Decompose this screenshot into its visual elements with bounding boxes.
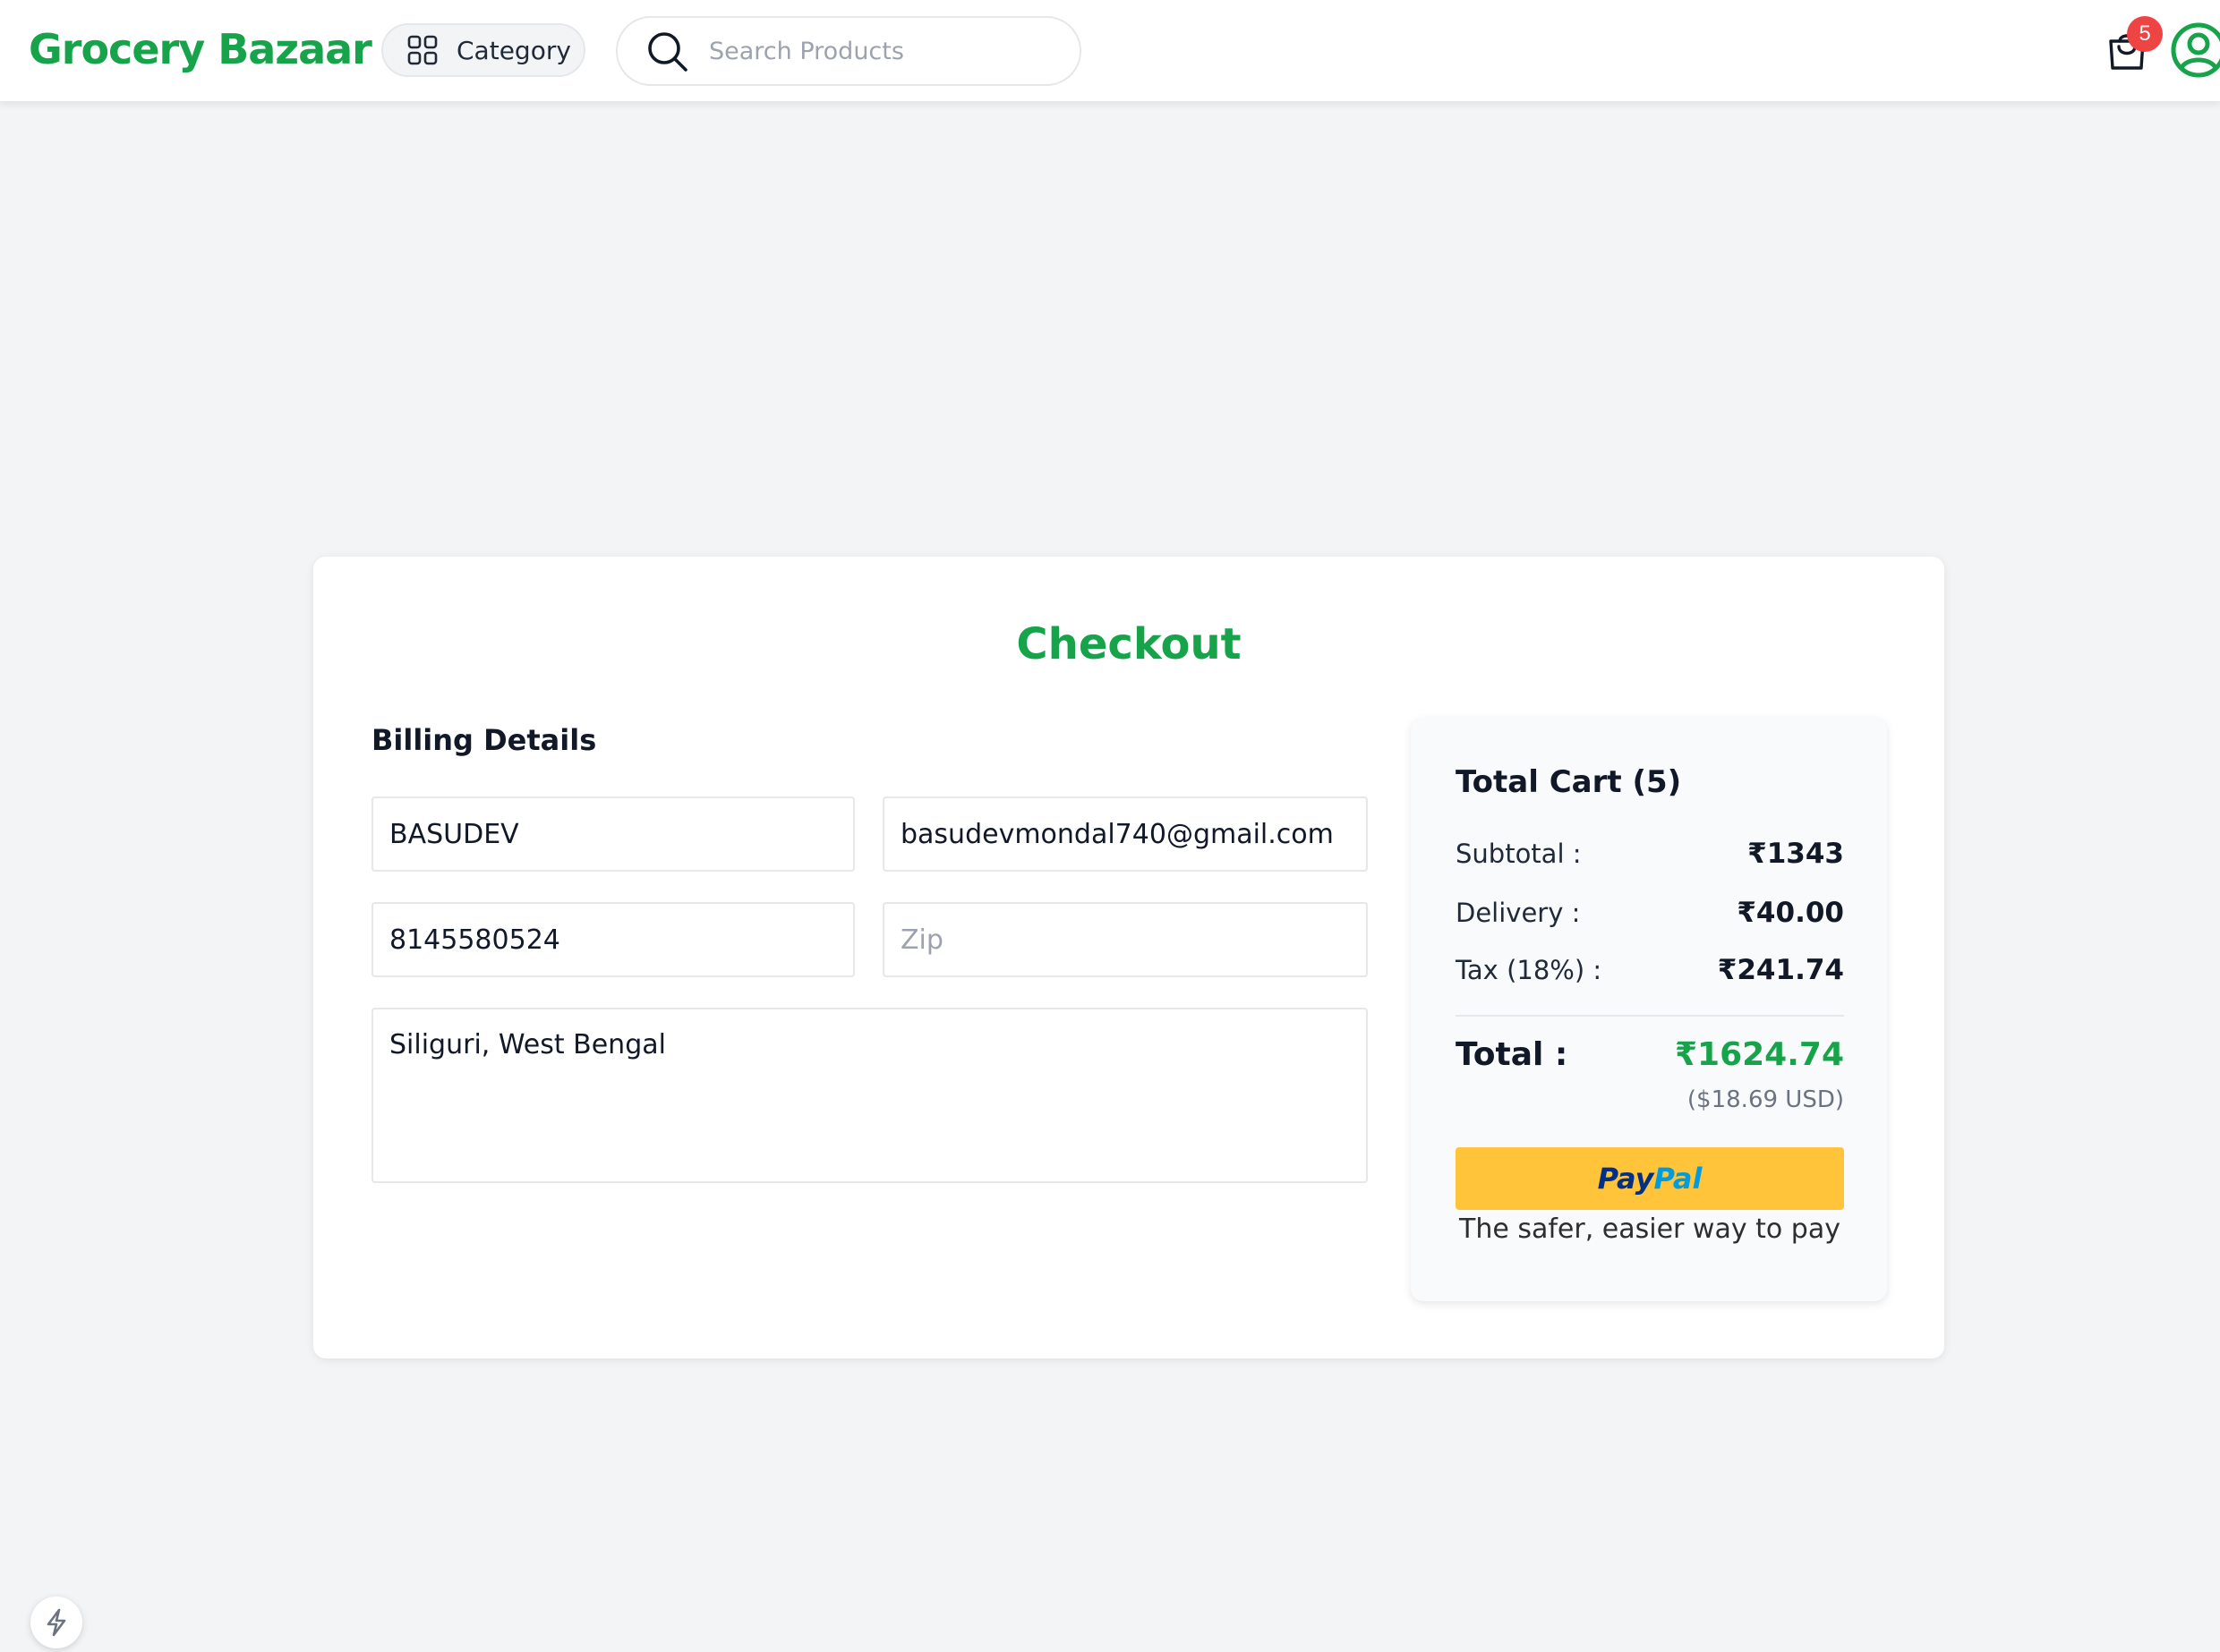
category-label: Category [457,35,571,65]
search-bar [616,16,1081,86]
cart-summary-panel: Total Cart (5) Subtotal : ₹1343 Delivery… [1411,718,1887,1301]
delivery-value: ₹40.00 [1737,897,1844,929]
category-button[interactable]: Category [381,23,585,77]
phone-field[interactable] [371,902,855,977]
total-value: ₹1624.74 [1674,1036,1844,1073]
billing-details-heading: Billing Details [371,723,597,757]
subtotal-label: Subtotal : [1456,839,1582,869]
delivery-row: Delivery : ₹40.00 [1456,897,1844,929]
name-input[interactable] [389,818,837,850]
total-label: Total : [1456,1036,1568,1073]
lightning-icon [47,1608,66,1637]
grid-icon [407,35,438,65]
tax-label: Tax (18%) : [1456,955,1602,985]
address-textarea[interactable]: Siliguri, West Bengal [389,1009,1350,1144]
search-input[interactable] [709,37,1049,65]
subtotal-value: ₹1343 [1747,838,1844,870]
paypal-tagline: The safer, easier way to pay [1459,1213,1840,1245]
paypal-logo-pay: Pay [1597,1162,1654,1196]
tax-value: ₹241.74 [1717,954,1844,986]
subtotal-row: Subtotal : ₹1343 [1456,838,1844,870]
page-title: Checkout [1016,619,1242,669]
total-usd: ($18.69 USD) [1686,1086,1844,1113]
zip-input[interactable] [901,924,1350,956]
delivery-label: Delivery : [1456,898,1581,928]
site-logo[interactable]: Grocery Bazaar [29,25,372,73]
summary-divider [1456,1015,1844,1017]
top-navbar: Grocery Bazaar Category 5 [0,0,2220,102]
address-field[interactable]: Siliguri, West Bengal [371,1008,1368,1183]
tax-row: Tax (18%) : ₹241.74 [1456,954,1844,986]
name-field[interactable] [371,796,855,872]
zip-field[interactable] [883,902,1368,977]
dev-tools-button[interactable] [30,1597,82,1648]
paypal-button[interactable]: Pay Pal [1456,1147,1844,1210]
phone-input[interactable] [389,924,837,956]
paypal-logo-pal: Pal [1653,1162,1703,1196]
email-field[interactable] [883,796,1368,872]
cart-summary-title: Total Cart (5) [1456,764,1682,800]
cart-count-badge: 5 [2127,16,2163,52]
user-circle-icon[interactable] [2170,21,2220,79]
search-icon[interactable] [645,29,689,73]
email-input[interactable] [901,818,1350,850]
checkout-card: Checkout Billing Details Siliguri, West … [313,557,1944,1358]
total-row: Total : ₹1624.74 [1456,1036,1844,1073]
